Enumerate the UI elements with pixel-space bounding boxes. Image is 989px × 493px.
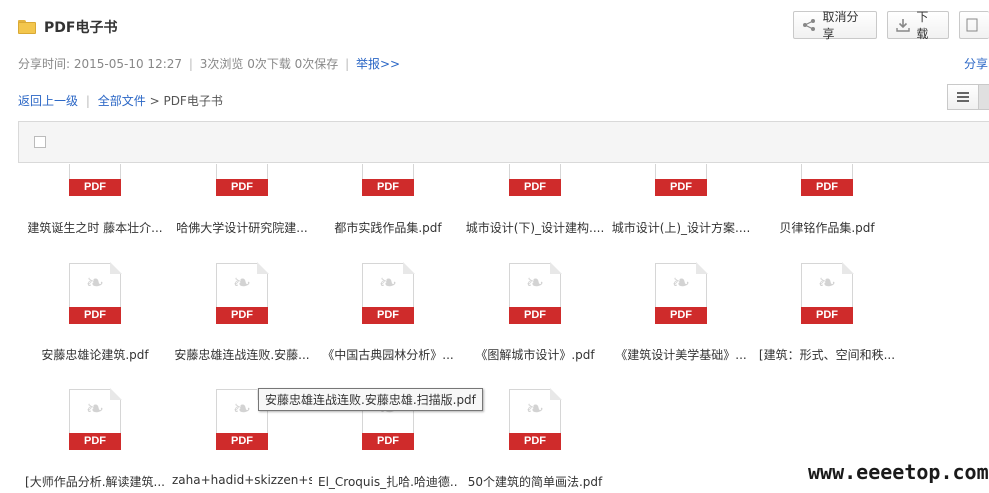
pdf-file-icon[interactable]: ❧ PDF: [801, 262, 854, 324]
view-count: 3次浏览: [199, 57, 244, 71]
file-item[interactable]: ❧ PDF 《建筑设计美学基础》...: [611, 164, 751, 362]
file-item[interactable]: ❧ PDF [建筑：形式、空间和秩...: [757, 164, 897, 362]
list-icon: [957, 92, 969, 102]
pdf-file-icon[interactable]: ❧ PDF: [509, 388, 562, 450]
all-files-link[interactable]: 全部文件: [98, 94, 146, 108]
select-all-checkbox[interactable]: [34, 136, 46, 148]
filename-tooltip: 安藤忠雄连战连败.安藤忠雄.扫描版.pdf: [258, 388, 483, 411]
file-name[interactable]: zaha+hadid+skizzen+sk...: [172, 473, 312, 487]
grid-view-button[interactable]: [979, 84, 989, 110]
save-count: 0次保存: [294, 57, 339, 71]
view-toggle: [947, 84, 989, 110]
pdf-badge: PDF: [362, 307, 414, 324]
pdf-badge: PDF: [655, 307, 707, 324]
cancel-share-button[interactable]: 取消分享: [793, 10, 877, 41]
back-link[interactable]: 返回上一级: [18, 94, 78, 108]
file-name[interactable]: 安藤忠雄论建筑.pdf: [25, 346, 165, 363]
file-item[interactable]: ❧ PDF 50个建筑的简单画法.pdf: [465, 164, 605, 489]
download-icon: [896, 17, 910, 33]
list-view-button[interactable]: [947, 84, 979, 110]
file-item[interactable]: ❧ PDF zaha+hadid+skizzen+sk...: [172, 164, 312, 487]
file-name[interactable]: 安藤忠雄连战连败.安藤...: [172, 346, 312, 363]
file-name[interactable]: [建筑：形式、空间和秩...: [757, 346, 897, 363]
pdf-badge: PDF: [216, 433, 268, 450]
file-name[interactable]: 50个建筑的简单画法.pdf: [465, 473, 605, 490]
pdf-badge: PDF: [69, 307, 121, 324]
more-icon: [966, 17, 978, 33]
file-name[interactable]: El_Croquis_扎哈.哈迪德...: [318, 473, 458, 490]
share-link[interactable]: 分享: [964, 55, 988, 72]
file-name[interactable]: 《建筑设计美学基础》...: [611, 346, 751, 363]
pdf-badge: PDF: [509, 307, 561, 324]
watermark: www.eeeetop.com: [808, 460, 989, 484]
pdf-file-icon[interactable]: ❧ PDF: [69, 388, 122, 450]
acrobat-icon: ❧: [671, 271, 691, 296]
folder-icon: [18, 20, 36, 34]
share-page: PDF电子书 取消分享 下载 分享时间: 2015-05-10 12:27 | …: [0, 0, 989, 493]
toolbar: 取消分享 下载: [793, 10, 989, 41]
share-time-label: 分享时间:: [18, 57, 71, 71]
pdf-badge: PDF: [801, 307, 853, 324]
select-bar: [18, 121, 989, 163]
file-name[interactable]: 《中国古典园林分析》...: [318, 346, 458, 363]
title-row: PDF电子书: [18, 16, 117, 38]
acrobat-icon: ❧: [525, 397, 545, 422]
pdf-badge: PDF: [216, 307, 268, 324]
acrobat-icon: ❧: [85, 397, 105, 422]
report-link[interactable]: 举报>>: [356, 57, 400, 71]
acrobat-icon: ❧: [817, 271, 837, 296]
file-item[interactable]: ❧ PDF [大师作品分析.解读建筑...: [25, 164, 165, 489]
share-meta: 分享时间: 2015-05-10 12:27 | 3次浏览 0次下载 0次保存 …: [18, 57, 401, 71]
breadcrumb-current: PDF电子书: [163, 94, 223, 108]
download-button[interactable]: 下载: [886, 10, 949, 41]
file-item[interactable]: ❧PDFEl_Croquis_扎哈.哈迪德...: [318, 164, 458, 489]
acrobat-icon: ❧: [232, 397, 252, 422]
download-label: 下载: [916, 10, 929, 41]
share-time: 2015-05-10 12:27: [73, 57, 183, 71]
breadcrumb-separator: >: [149, 94, 160, 108]
more-button[interactable]: [959, 11, 989, 39]
breadcrumb: 返回上一级 | 全部文件 > PDF电子书: [18, 94, 223, 108]
file-grid: ❧PDF建筑诞生之时 藤本壮介...❧PDF哈佛大学设计研究院建...❧PDF都…: [0, 164, 989, 493]
file-name[interactable]: [大师作品分析.解读建筑...: [25, 473, 165, 490]
file-name[interactable]: 《图解城市设计》.pdf: [465, 346, 605, 363]
page-title: PDF电子书: [44, 20, 118, 36]
download-count: 0次下载: [247, 57, 291, 71]
pdf-badge: PDF: [69, 433, 121, 450]
pdf-file-icon[interactable]: ❧ PDF: [655, 262, 708, 324]
pdf-badge: PDF: [509, 433, 561, 450]
share-icon: [802, 17, 816, 33]
pdf-badge: PDF: [362, 433, 414, 450]
cancel-share-label: 取消分享: [822, 10, 859, 41]
